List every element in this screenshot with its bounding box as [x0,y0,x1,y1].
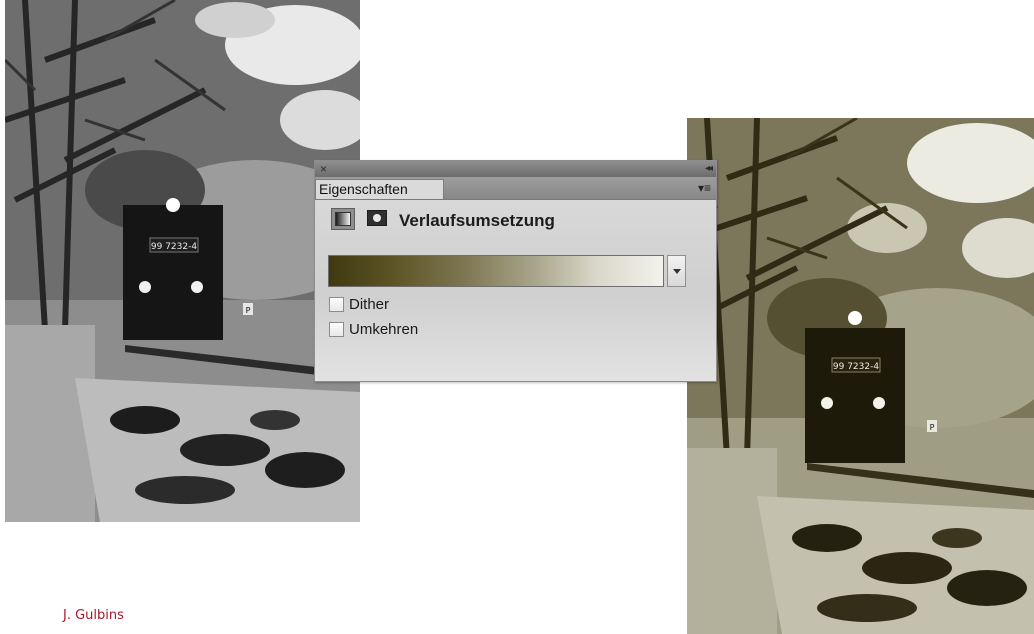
dither-checkbox[interactable] [329,297,344,312]
photo-grayscale: 99 7232-4 P [5,0,360,522]
reverse-checkbox[interactable] [329,322,344,337]
properties-panel: × ◂◂ Eigenschaften ▾≡ Verlaufsumsetzung … [314,160,717,382]
gradient-picker-dropdown[interactable] [667,255,686,287]
collapse-panel-icon[interactable]: ◂◂ [705,162,713,176]
gradient-map-icon[interactable] [331,208,355,230]
tab-properties[interactable]: Eigenschaften [315,179,444,199]
photo-sepia: 99 7232-4 P [687,118,1034,634]
adjustment-title: Verlaufsumsetzung [399,211,555,230]
track-sign: P [930,423,935,432]
reverse-label: Umkehren [349,321,419,338]
locomotive-number: 99 7232-4 [151,242,197,252]
locomotive-number: 99 7232-4 [833,362,879,372]
track-sign: P [246,306,251,315]
layer-mask-icon[interactable] [367,210,387,226]
photo-grayscale-canvas: 99 7232-4 P [5,0,360,522]
photo-sepia-canvas: 99 7232-4 P [687,118,1034,634]
panel-tab-row: Eigenschaften ▾≡ [315,177,716,200]
panel-titlebar[interactable]: × ◂◂ [315,161,716,177]
dither-label: Dither [349,296,390,313]
panel-menu-icon[interactable]: ▾≡ [698,180,711,196]
author-credit: J. Gulbins [63,608,124,623]
close-icon[interactable]: × [320,161,327,177]
gradient-preview[interactable] [328,255,664,287]
